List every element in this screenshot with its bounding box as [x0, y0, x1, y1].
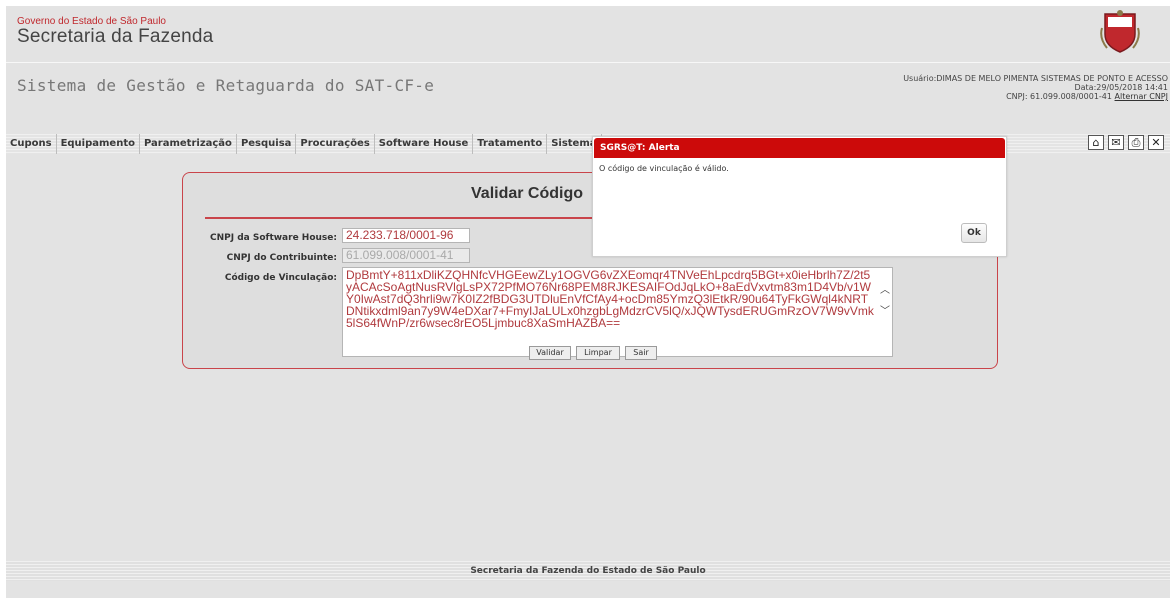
scroll-down-icon[interactable]: ﹀ — [880, 302, 890, 317]
alert-message: O código de vinculação é válido. — [599, 164, 729, 173]
user-name: Usuário:DIMAS DE MELO PIMENTA SISTEMAS D… — [903, 74, 1168, 83]
home-icon[interactable]: ⌂ — [1088, 135, 1104, 150]
session-date: Data:29/05/2018 14:41 — [1074, 83, 1168, 92]
alert-dialog: SGRS@T: Alerta O código de vinculação é … — [592, 136, 1007, 257]
secretaria-logo-text: Secretaria da Fazenda — [17, 26, 214, 47]
footer: Secretaria da Fazenda do Estado de São P… — [6, 561, 1170, 581]
limpar-button[interactable]: Limpar — [576, 346, 620, 360]
menu-procuracoes[interactable]: Procurações — [296, 134, 375, 154]
software-house-label: CNPJ da Software House: — [210, 233, 337, 243]
alternar-cnpj-link[interactable]: Alternar CNPJ — [1115, 92, 1168, 101]
validar-button[interactable]: Validar — [529, 346, 571, 360]
print-icon[interactable]: ⎙ — [1128, 135, 1144, 150]
contribuinte-label: CNPJ do Contribuinte: — [226, 253, 337, 263]
codigo-vinculacao-textarea[interactable]: DpBmtY+811xDliKZQHNfcVHGEewZLy1OGVG6vZXE… — [342, 267, 893, 357]
main-menu: Cupons Equipamento Parametrização Pesqui… — [6, 134, 602, 154]
panel-title-rule — [205, 217, 595, 219]
scroll-up-icon[interactable]: ︿ — [880, 281, 890, 296]
system-title: Sistema de Gestão e Retaguarda do SAT-CF… — [17, 76, 435, 95]
mail-icon[interactable]: ✉ — [1108, 135, 1124, 150]
sair-button[interactable]: Sair — [625, 346, 657, 360]
codigo-label: Código de Vinculação: — [224, 273, 337, 283]
menu-parametrizacao[interactable]: Parametrização — [140, 134, 237, 154]
close-icon[interactable]: ✕ — [1148, 135, 1164, 150]
contribuinte-cnpj-field: 61.099.008/0001-41 — [342, 248, 470, 263]
alert-title: SGRS@T: Alerta — [594, 138, 1005, 158]
menu-tratamento[interactable]: Tratamento — [473, 134, 548, 154]
header-separator — [6, 62, 1170, 63]
menu-pesquisa[interactable]: Pesquisa — [237, 134, 297, 154]
software-house-cnpj-field[interactable]: 24.233.718/0001-96 — [342, 228, 470, 243]
panel-title: Validar Código — [471, 185, 584, 202]
user-cnpj: CNPJ: 61.099.008/0001-41 — [1006, 92, 1112, 101]
user-info: Usuário:DIMAS DE MELO PIMENTA SISTEMAS D… — [903, 74, 1168, 101]
user-cnpj-line: CNPJ: 61.099.008/0001-41 Alternar CNPJ — [903, 92, 1168, 101]
menu-cupons[interactable]: Cupons — [6, 134, 57, 154]
menu-equipamento[interactable]: Equipamento — [57, 134, 140, 154]
sp-crest-icon — [1100, 10, 1140, 53]
toolbar: ⌂ ✉ ⎙ ✕ — [1088, 135, 1164, 150]
alert-ok-button[interactable]: Ok — [961, 223, 987, 243]
menu-software-house[interactable]: Software House — [375, 134, 474, 154]
